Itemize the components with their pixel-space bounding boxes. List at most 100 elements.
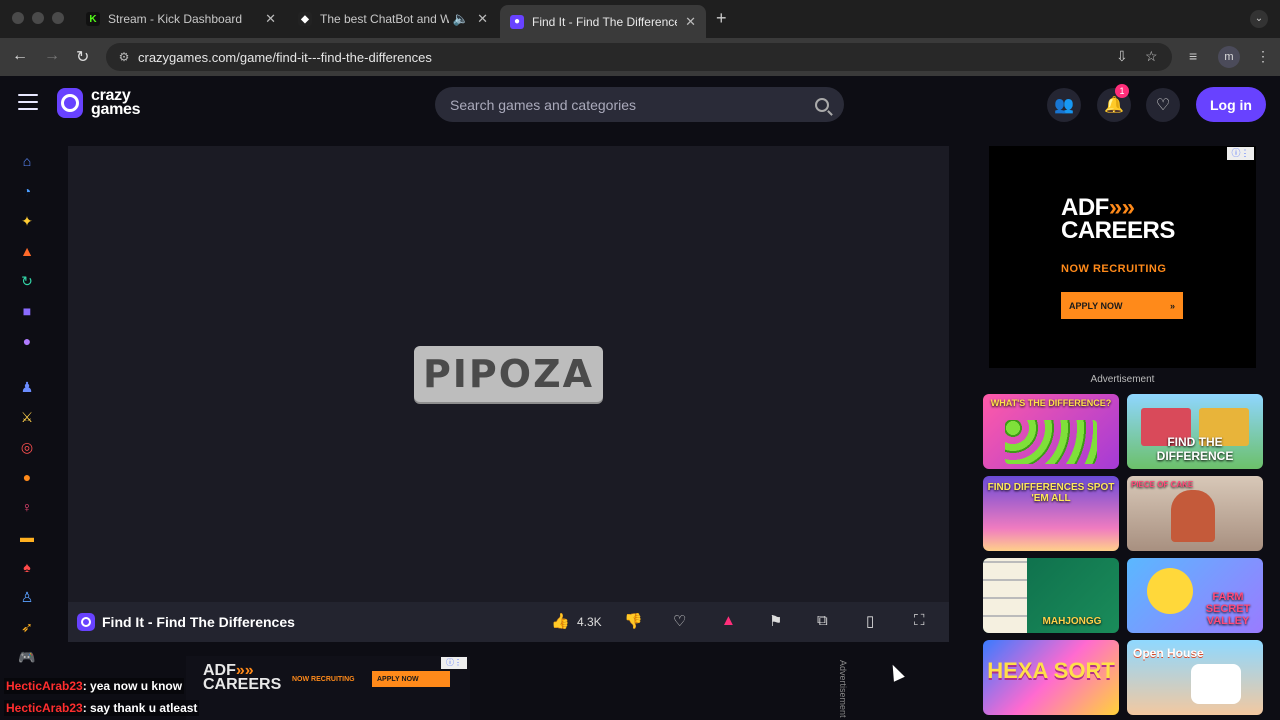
trending-icon[interactable]: ▲	[18, 242, 36, 260]
originals-icon[interactable]: ■	[18, 302, 36, 320]
action-icon[interactable]: ⚔	[18, 408, 36, 426]
recent-icon[interactable]: ◔	[18, 182, 36, 200]
kick-icon: K	[86, 12, 100, 26]
mobile-icon[interactable]: ▯	[866, 612, 874, 630]
search-placeholder: Search games and categories	[450, 96, 636, 113]
tab-title: The best ChatBot and Wi	[320, 12, 449, 26]
report-icon[interactable]: ⚑	[769, 612, 782, 630]
fullscreen-icon[interactable]: ⛶	[914, 612, 925, 629]
controller-icon[interactable]: 🎮	[18, 648, 36, 666]
reading-list-icon[interactable]: ≡	[1189, 48, 1197, 64]
chat-text: : say thank u atleast	[82, 701, 198, 715]
adchoices-icon[interactable]: ⓘ⋮	[441, 657, 467, 669]
chat-text: : yea now u know	[82, 679, 183, 693]
basketball-icon[interactable]: ●	[18, 468, 36, 486]
category-sidebar: ⌂ ◔ ✦ ▲ ↻ ■ ● ♟ ⚔ ◎ ● ♀ ▬ ♠ ♙ ➶ 🎮	[0, 132, 54, 720]
browser-tab-kick[interactable]: K Stream - Kick Dashboard ✕	[76, 5, 286, 33]
search-input[interactable]: Search games and categories	[435, 87, 844, 122]
forward-icon[interactable]: →	[44, 47, 60, 65]
window-minimize-dot[interactable]	[32, 12, 44, 24]
game-caption: WHAT'S THE DIFFERENCE?	[990, 398, 1112, 408]
login-button[interactable]: Log in	[1196, 87, 1266, 122]
clicker-icon[interactable]: ➶	[18, 618, 36, 636]
notifications-button[interactable]: 🔔 1	[1097, 84, 1131, 122]
browser-tab-bar: K Stream - Kick Dashboard ✕ ◆ The best C…	[0, 0, 1280, 38]
bottom-ad-apply-button[interactable]: APPLY NOW	[372, 671, 450, 687]
site-info-icon[interactable]: ⚙	[110, 50, 138, 64]
updated-icon[interactable]: ↻	[18, 272, 36, 290]
game-thumbnail[interactable]: WHAT'S THE DIFFERENCE?	[983, 394, 1119, 469]
site-header: crazy games Search games and categories …	[0, 76, 1280, 132]
game-caption: MAHJONGG	[1042, 616, 1102, 627]
sidebar-ad-apply-button[interactable]: APPLY NOW»	[1061, 292, 1183, 319]
embed-icon[interactable]: ⧉	[817, 612, 828, 629]
thumbs-down-icon[interactable]: 👎	[624, 612, 643, 630]
tab-title: Find It - Find The Differences	[532, 14, 678, 29]
share-icon[interactable]: ▲	[721, 612, 736, 629]
thumbs-up-icon[interactable]: 👍	[551, 612, 570, 630]
url-text: crazygames.com/game/find-it---find-the-d…	[138, 49, 432, 65]
game-thumbnail[interactable]: FIND THE DIFFERENCE	[1127, 394, 1263, 469]
chick-illustration	[1147, 568, 1193, 614]
game-title: Find It - Find The Differences	[102, 614, 295, 630]
sidebar-ad-recruiting: NOW RECRUITING	[1061, 263, 1167, 275]
crazygames-logo[interactable]: crazy games	[57, 88, 141, 118]
new-icon[interactable]: ✦	[18, 212, 36, 230]
sidebar-ad[interactable]	[989, 146, 1256, 368]
botrix-icon: ◆	[298, 12, 312, 26]
car-icon[interactable]: ▬	[18, 528, 36, 546]
game-caption: FARM SECRET VALLEY	[1205, 591, 1251, 627]
tab-search-icon[interactable]: ⌄	[1250, 10, 1268, 28]
adchoices-icon[interactable]: ⓘ⋮	[1227, 147, 1254, 160]
window-close-dot[interactable]	[12, 12, 24, 24]
browser-tab-chatbot[interactable]: ◆ The best ChatBot and Wi 🔈 ✕	[288, 5, 498, 33]
game-caption: PIECE OF CAKE	[1131, 480, 1194, 489]
game-thumbnail[interactable]: HEXA SORT	[983, 640, 1119, 715]
chat-username: HecticArab23	[6, 679, 83, 693]
browser-tab-findit[interactable]: ● Find It - Find The Differences ✕	[500, 5, 706, 38]
multiplayer-icon[interactable]: ●	[18, 332, 36, 350]
casual-icon[interactable]: ♙	[18, 588, 36, 606]
game-thumbnail[interactable]: FIND DIFFERENCES SPOT 'EM ALL	[983, 476, 1119, 551]
tab-title: Stream - Kick Dashboard	[108, 12, 243, 26]
crazygames-icon: ●	[510, 14, 524, 29]
game-caption: FIND THE DIFFERENCE	[1156, 435, 1234, 463]
game-thumbnail[interactable]: Open House	[1127, 640, 1263, 715]
window-zoom-dot[interactable]	[52, 12, 64, 24]
card-icon[interactable]: ♠	[18, 558, 36, 576]
home-icon[interactable]: ⌂	[18, 152, 36, 170]
browser-menu-icon[interactable]: ⋮	[1256, 48, 1270, 65]
search-icon[interactable]	[815, 97, 829, 112]
tab-close-icon[interactable]: ✕	[265, 11, 276, 27]
two-player-icon[interactable]: ♟	[18, 378, 36, 396]
game-thumbnail[interactable]: MAHJONGG	[983, 558, 1119, 633]
advertisement-label: Advertisement	[1090, 374, 1155, 385]
bell-icon: 🔔	[1104, 97, 1124, 114]
reload-icon[interactable]: ↻	[76, 47, 89, 67]
tab-close-icon[interactable]: ✕	[477, 11, 488, 27]
back-icon[interactable]: ←	[12, 47, 28, 65]
new-tab-icon[interactable]: +	[716, 8, 727, 29]
game-thumbnail[interactable]: PIECE OF CAKE	[1127, 476, 1263, 551]
speaker-icon[interactable]: 🔈	[453, 11, 469, 27]
address-bar[interactable]: ⚙ crazygames.com/game/find-it---find-the…	[106, 43, 1172, 71]
game-caption: HEXA SORT	[987, 658, 1115, 683]
chat-message: HecticArab23: say thank u atleast	[4, 700, 200, 716]
tab-close-icon[interactable]: ✕	[685, 14, 696, 30]
favorite-heart-icon[interactable]: ♡	[673, 612, 686, 630]
adventure-icon[interactable]: ◎	[18, 438, 36, 456]
game-thumbnail[interactable]: FARM SECRET VALLEY	[1127, 558, 1263, 633]
hamburger-menu-icon[interactable]	[18, 94, 38, 110]
logo-text-line2: games	[91, 101, 141, 118]
install-app-icon[interactable]: ⇩	[1116, 48, 1128, 65]
profile-avatar[interactable]: m	[1218, 46, 1240, 68]
bookmark-star-icon[interactable]: ☆	[1145, 48, 1158, 65]
mahjong-tiles-illustration	[983, 558, 1027, 633]
game-caption: FIND DIFFERENCES SPOT 'EM ALL	[987, 482, 1115, 504]
favorites-button[interactable]: ♡	[1146, 88, 1180, 122]
game-caption: Open House	[1133, 646, 1204, 660]
beauty-icon[interactable]: ♀	[18, 498, 36, 516]
browser-toolbar: ← → ↻ ⚙ crazygames.com/game/find-it---fi…	[0, 38, 1280, 76]
friends-button[interactable]: 👥	[1047, 88, 1081, 122]
sidebar-ad-brand: ADF»» CAREERS	[1061, 194, 1175, 244]
